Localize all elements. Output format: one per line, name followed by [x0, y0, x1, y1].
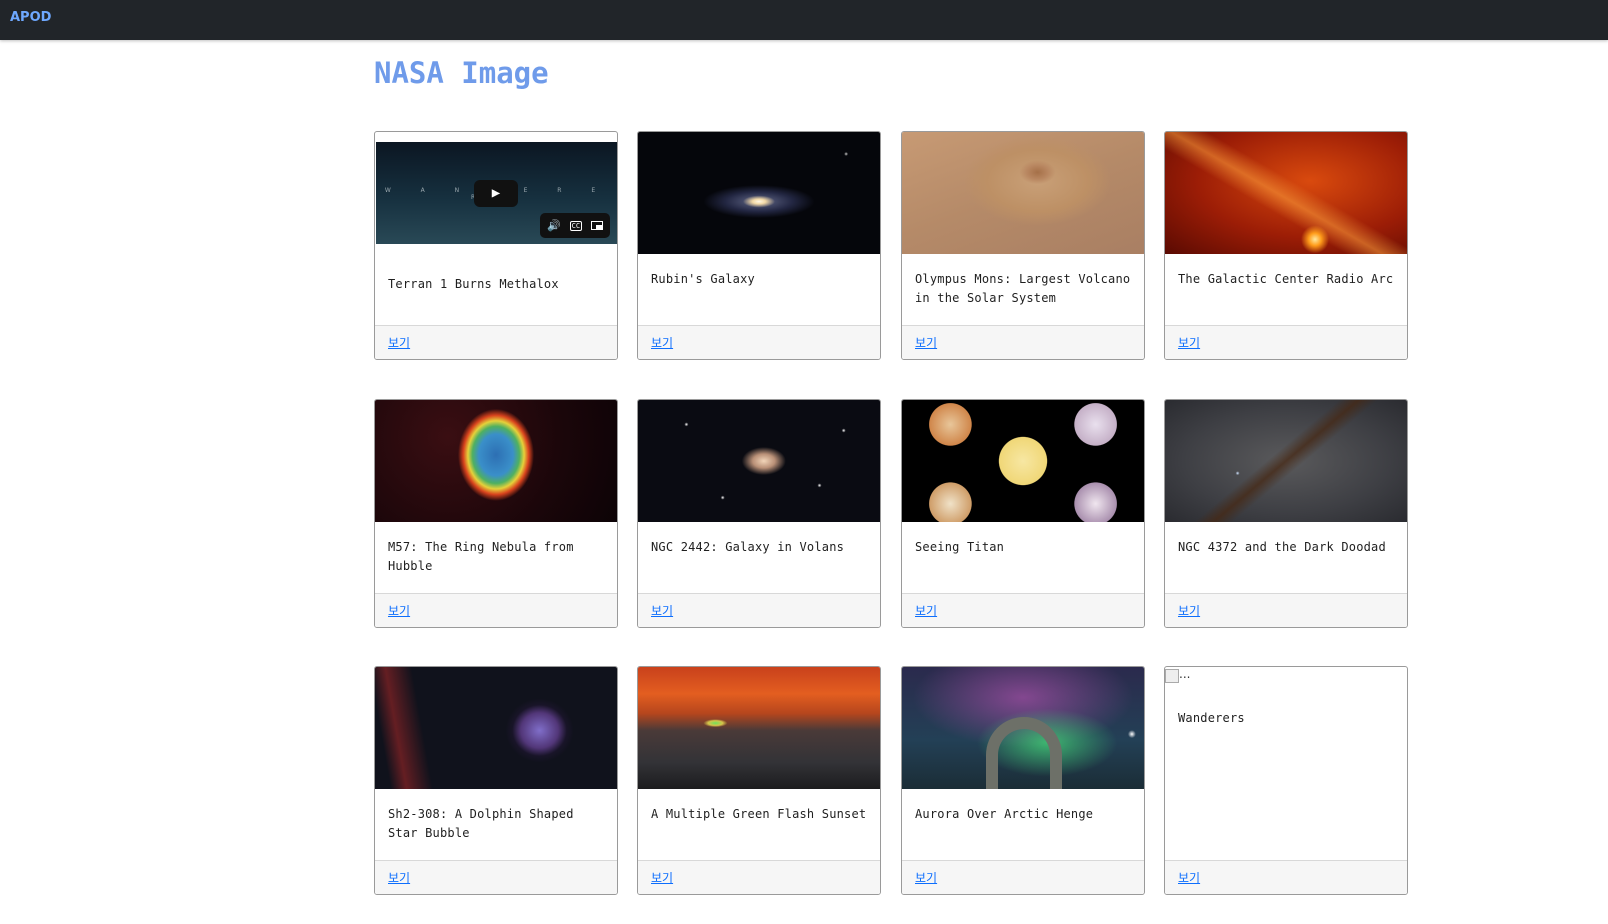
navbar: APOD	[0, 0, 1608, 40]
card-image[interactable]	[375, 400, 617, 522]
card-image[interactable]	[638, 667, 880, 789]
card-title: NGC 2442: Galaxy in Volans	[651, 540, 845, 554]
image-alt-text: ...	[1179, 667, 1191, 681]
page-title: NASA Image	[374, 56, 549, 90]
card-sh2-308: Sh2-308: A Dolphin Shaped Star Bubble 보기	[374, 666, 618, 895]
card-image[interactable]	[902, 132, 1144, 254]
video-player[interactable]: W A N D E R E R S ▶ 🔊 CC	[376, 142, 617, 244]
card-ngc-4372: NGC 4372 and the Dark Doodad 보기	[1164, 399, 1408, 628]
view-link[interactable]: 보기	[915, 334, 937, 351]
card-image[interactable]	[1165, 400, 1407, 522]
card-radio-arc: The Galactic Center Radio Arc 보기	[1164, 131, 1408, 360]
card-footer: 보기	[375, 860, 617, 894]
card-green-flash: A Multiple Green Flash Sunset 보기	[637, 666, 881, 895]
broken-image-icon[interactable]: ...	[1165, 667, 1190, 683]
card-footer: 보기	[1165, 325, 1407, 359]
card-footer: 보기	[375, 325, 617, 359]
card-title: The Galactic Center Radio Arc	[1178, 272, 1394, 286]
view-link[interactable]: 보기	[915, 869, 937, 886]
play-icon[interactable]: ▶	[474, 180, 518, 207]
card-ngc-2442: NGC 2442: Galaxy in Volans 보기	[637, 399, 881, 628]
card-title: Wanderers	[1178, 711, 1245, 725]
card-footer: 보기	[1165, 860, 1407, 894]
card-title: NGC 4372 and the Dark Doodad	[1178, 540, 1386, 554]
brand-link[interactable]: APOD	[10, 10, 51, 25]
card-title: Rubin's Galaxy	[651, 272, 755, 286]
card-terran-1: W A N D E R E R S ▶ 🔊 CC Terran 1 Burns …	[374, 131, 618, 360]
card-footer: 보기	[638, 325, 880, 359]
card-title: Aurora Over Arctic Henge	[915, 807, 1094, 821]
card-image[interactable]	[1165, 132, 1407, 254]
card-image[interactable]	[375, 667, 617, 789]
view-link[interactable]: 보기	[388, 869, 410, 886]
view-link[interactable]: 보기	[651, 869, 673, 886]
card-m57: M57: The Ring Nebula from Hubble 보기	[374, 399, 618, 628]
henge-arch	[986, 717, 1062, 789]
card-title: M57: The Ring Nebula from Hubble	[388, 540, 574, 573]
view-link[interactable]: 보기	[651, 602, 673, 619]
card-wanderers: ... Wanderers 보기	[1164, 666, 1408, 895]
view-link[interactable]: 보기	[1178, 334, 1200, 351]
image-placeholder-icon	[1165, 669, 1179, 683]
card-image[interactable]	[902, 400, 1144, 522]
view-link[interactable]: 보기	[388, 334, 410, 351]
card-footer: 보기	[375, 593, 617, 627]
card-video[interactable]: W A N D E R E R S ▶ 🔊 CC	[375, 132, 617, 254]
video-controls: 🔊 CC	[540, 213, 610, 238]
card-title: Olympus Mons: Largest Volcano in the Sol…	[915, 272, 1131, 305]
card-title: Seeing Titan	[915, 540, 1005, 554]
card-rubins-galaxy: Rubin's Galaxy 보기	[637, 131, 881, 360]
pip-icon[interactable]	[590, 221, 603, 230]
view-link[interactable]: 보기	[388, 602, 410, 619]
volume-icon[interactable]: 🔊	[547, 219, 561, 232]
card-image[interactable]	[638, 132, 880, 254]
view-link[interactable]: 보기	[1178, 602, 1200, 619]
card-title: Terran 1 Burns Methalox	[388, 277, 559, 291]
card-olympus-mons: Olympus Mons: Largest Volcano in the Sol…	[901, 131, 1145, 360]
card-footer: 보기	[902, 593, 1144, 627]
card-title: A Multiple Green Flash Sunset	[651, 807, 867, 821]
view-link[interactable]: 보기	[651, 334, 673, 351]
card-seeing-titan: Seeing Titan 보기	[901, 399, 1145, 628]
card-footer: 보기	[902, 325, 1144, 359]
card-arctic-henge: Aurora Over Arctic Henge 보기	[901, 666, 1145, 895]
view-link[interactable]: 보기	[1178, 869, 1200, 886]
card-footer: 보기	[902, 860, 1144, 894]
card-image[interactable]	[902, 667, 1144, 789]
card-footer: 보기	[638, 593, 880, 627]
card-image[interactable]	[638, 400, 880, 522]
view-link[interactable]: 보기	[915, 602, 937, 619]
card-footer: 보기	[1165, 593, 1407, 627]
card-footer: 보기	[638, 860, 880, 894]
captions-icon[interactable]: CC	[569, 220, 583, 231]
card-title: Sh2-308: A Dolphin Shaped Star Bubble	[388, 807, 574, 840]
